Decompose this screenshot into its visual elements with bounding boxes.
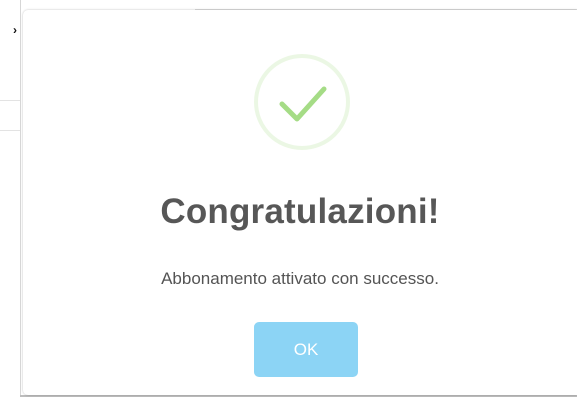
background-sidebar: › xyxy=(0,0,21,397)
page: › Congratulazioni! Abbonamento attivato … xyxy=(0,0,577,397)
background-divider xyxy=(0,130,20,131)
dialog-message: Abbonamento attivato con successo. xyxy=(161,269,439,288)
ok-button[interactable]: OK xyxy=(254,322,358,377)
success-dialog: Congratulazioni! Abbonamento attivato co… xyxy=(23,10,577,395)
dialog-title: Congratulazioni! xyxy=(160,192,440,231)
check-mark-icon xyxy=(279,86,327,122)
background-divider xyxy=(0,100,20,101)
background-arrow-icon: › xyxy=(13,23,17,37)
success-check-icon xyxy=(254,54,350,150)
